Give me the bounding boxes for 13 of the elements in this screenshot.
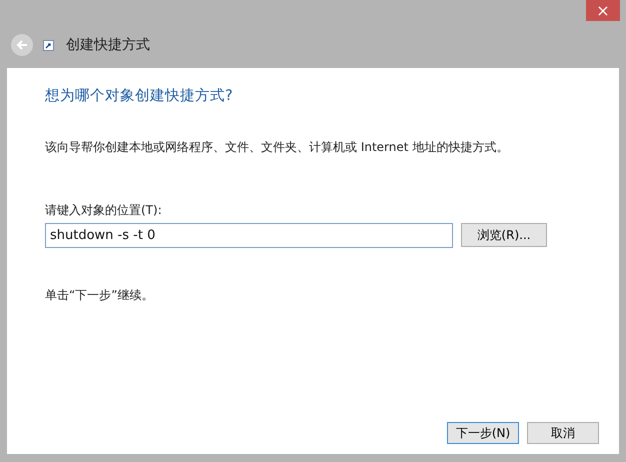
- location-label: 请键入对象的位置(T):: [45, 202, 163, 219]
- hint-text: 单击“下一步”继续。: [45, 286, 154, 304]
- location-field[interactable]: shutdown -s -t 0: [45, 222, 453, 248]
- wizard-button[interactable]: 取消: [527, 422, 599, 444]
- back-arrow-icon: [15, 38, 29, 52]
- wizard-heading: 想为哪个对象创建快捷方式?: [45, 86, 234, 106]
- shortcut-icon: [43, 40, 54, 50]
- wizard-button[interactable]: 下一步(N): [447, 422, 519, 444]
- description-text: 该向导帮你创建本地或网络程序、文件、文件夹、计算机或 Internet 地址的快捷方式。: [45, 138, 510, 156]
- window-title: 创建快捷方式: [66, 36, 150, 54]
- close-button[interactable]: ×: [586, 0, 620, 21]
- browse-button[interactable]: 浏览(R)...: [461, 223, 547, 248]
- back-button[interactable]: [11, 34, 33, 56]
